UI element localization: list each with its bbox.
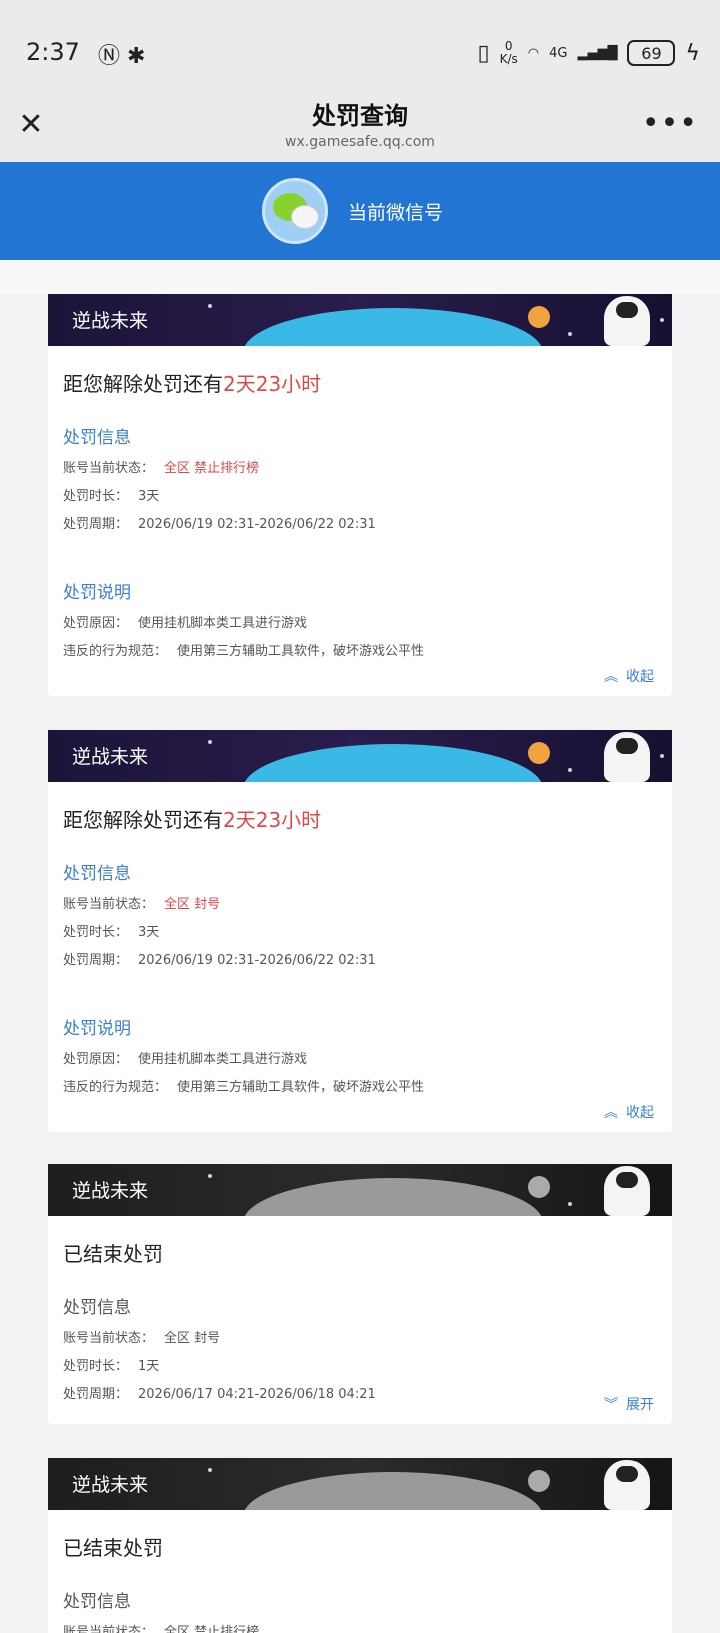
section-title-info: 处罚信息 [63,1298,131,1318]
status-row: 账号当前状态： 全区 封号 [63,897,221,912]
game-banner: 逆战未来 [48,1164,672,1216]
status-bar: 2:37 Ⓝ ✱ ▯ 0 K/s ◠ 4G ▂▄▆█ 69 ϟ [0,0,720,90]
game-banner: 逆战未来 [48,730,672,782]
status-row: 账号当前状态： 全区 封号 [63,1331,221,1346]
period-row: 处罚周期： 2026/06/17 04:21-2026/06/18 04:21 [63,1387,376,1402]
banner-logo-text: 逆战未来 [72,1474,149,1496]
chevron-up-icon: ︽ [604,669,618,685]
game-banner: 逆战未来 [48,1458,672,1510]
wifi-icon: ◠ [527,45,540,61]
section-title-info: 处罚信息 [63,428,131,448]
game-banner: 逆战未来 [48,294,672,346]
moon-image [243,744,543,782]
expand-button[interactable]: ︾ 展开 [604,1394,654,1414]
page-url: wx.gamesafe.qq.com [285,134,435,150]
cellular-label: 4G [549,45,568,61]
planet-image [528,1176,550,1198]
nav-bar: ✕ 处罚查询 wx.gamesafe.qq.com ••• [0,90,720,162]
penalty-card: 逆战未来 距您解除处罚还有2天23小时 处罚信息 账号当前状态： 全区 禁止排行榜… [48,294,672,696]
divider-strip [0,260,720,294]
status-value: 全区 封号 [164,897,221,912]
moon-image [243,1178,543,1216]
charging-icon: ϟ [685,40,700,66]
network-speed: 0 K/s [499,39,518,66]
account-label: 当前微信号 [348,202,444,224]
period-row: 处罚周期： 2026/06/19 02:31-2026/06/22 02:31 [63,953,376,968]
signal-icon: ▂▄▆█ [577,45,618,61]
moon-image [243,1472,543,1510]
collapse-button[interactable]: ︽ 收起 [604,666,654,686]
planet-image [528,306,550,328]
planet-image [528,742,550,764]
planet-image [528,1470,550,1492]
collapse-button[interactable]: ︽ 收起 [604,1102,654,1122]
moon-image [243,308,543,346]
period-row: 处罚周期： 2026/06/19 02:31-2026/06/22 02:31 [63,517,376,532]
status-time: 2:37 [26,38,80,66]
reason-row: 处罚原因： 使用挂机脚本类工具进行游戏 [63,616,308,631]
status-right: ▯ 0 K/s ◠ 4G ▂▄▆█ 69 ϟ [477,36,700,70]
ended-title: 已结束处罚 [63,1242,163,1266]
banner-logo-text: 逆战未来 [72,1180,149,1202]
reason-row: 处罚原因： 使用挂机脚本类工具进行游戏 [63,1052,308,1067]
countdown-value: 2天23小时 [223,808,322,832]
status-value: 全区 禁止排行榜 [164,461,260,476]
countdown-text: 距您解除处罚还有2天23小时 [63,372,322,396]
section-title-desc: 处罚说明 [63,583,131,603]
wechat-avatar [262,178,328,244]
duration-row: 处罚时长： 3天 [63,925,160,940]
countdown-text: 距您解除处罚还有2天23小时 [63,808,322,832]
page-title: 处罚查询 [312,102,408,130]
wechat-bubble-icon [291,205,319,229]
banner-logo-text: 逆战未来 [72,310,149,332]
ended-title: 已结束处罚 [63,1536,163,1560]
status-row: 账号当前状态： 全区 禁止排行榜 [63,461,260,476]
penalty-card-ended: 逆战未来 已结束处罚 处罚信息 账号当前状态： 全区 封号 处罚时长： 1天 处罚周… [48,1164,672,1424]
penalty-card-ended: 逆战未来 已结束处罚 处罚信息 账号当前状态： 全区 禁止排行榜 [48,1458,672,1633]
duration-row: 处罚时长： 1天 [63,1359,160,1374]
section-title-info: 处罚信息 [63,1592,131,1612]
battery-icon: 69 [627,40,676,66]
section-title-info: 处罚信息 [63,864,131,884]
duration-row: 处罚时长： 3天 [63,489,160,504]
banner-logo-text: 逆战未来 [72,746,149,768]
countdown-value: 2天23小时 [223,372,322,396]
account-bar: 当前微信号 [0,162,720,260]
more-icon[interactable]: ••• [642,106,698,141]
chevron-up-icon: ︽ [604,1105,618,1121]
chevron-down-icon: ︾ [604,1397,618,1413]
penalty-card: 逆战未来 距您解除处罚还有2天23小时 处罚信息 账号当前状态： 全区 封号 处罚… [48,730,672,1132]
rule-row: 违反的行为规范： 使用第三方辅助工具软件，破坏游戏公平性 [63,1080,425,1095]
section-title-desc: 处罚说明 [63,1019,131,1039]
nfc-bluetooth-icons: Ⓝ ✱ [98,44,146,69]
vibrate-icon: ▯ [477,40,490,66]
status-row: 账号当前状态： 全区 禁止排行榜 [63,1625,260,1633]
rule-row: 违反的行为规范： 使用第三方辅助工具软件，破坏游戏公平性 [63,644,425,659]
